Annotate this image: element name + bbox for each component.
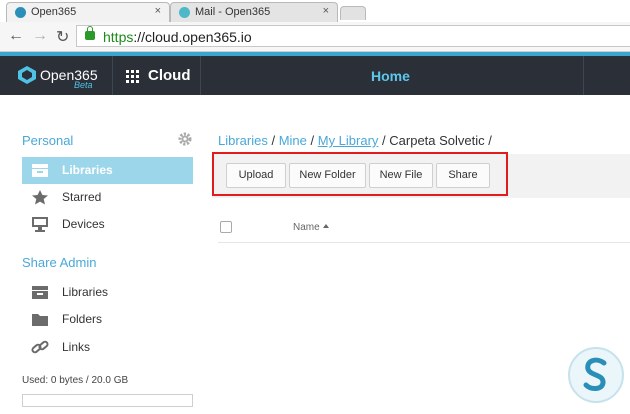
header-divider (112, 56, 113, 95)
sidebar-item-folders[interactable]: Folders (22, 306, 193, 333)
page-title[interactable]: Home (371, 68, 410, 84)
reload-icon[interactable]: ↻ (56, 27, 69, 47)
watermark-logo-icon (568, 347, 624, 403)
sidebar-item-label: Starred (62, 190, 102, 204)
forward-arrow-icon[interactable]: → (32, 27, 48, 45)
mail-favicon-icon (179, 7, 190, 18)
star-icon (32, 190, 48, 205)
link-icon (31, 340, 49, 354)
sidebar-item-devices[interactable]: Devices (22, 211, 193, 238)
storage-usage-bar (22, 394, 193, 407)
storage-usage-text: Used: 0 bytes / 20.0 GB (22, 375, 129, 386)
beta-badge: Beta (74, 80, 93, 90)
tab-close-icon[interactable]: × (155, 5, 161, 17)
breadcrumb: Libraries / Mine / My Library / Carpeta … (218, 133, 492, 148)
tab-title: Open365 (31, 6, 77, 18)
sidebar-item-links[interactable]: Links (22, 334, 193, 361)
breadcrumb-mine[interactable]: Mine (279, 133, 307, 148)
file-table-header: Name (218, 215, 630, 243)
url-text: https://cloud.open365.io (103, 29, 252, 45)
highlight-box (212, 152, 508, 196)
app-header: Open365 Beta Cloud Home (0, 52, 630, 95)
breadcrumb-my-library[interactable]: My Library (318, 133, 379, 148)
open365-favicon-icon (15, 7, 26, 18)
sidebar-item-label: Libraries (62, 163, 113, 177)
sidebar-item-libraries[interactable]: Libraries (22, 157, 193, 184)
gear-icon[interactable] (178, 132, 192, 146)
breadcrumb-separator: / (306, 133, 318, 148)
select-all-checkbox[interactable] (220, 221, 232, 233)
sidebar-item-label: Devices (62, 217, 105, 231)
header-divider (583, 56, 584, 95)
back-arrow-icon[interactable]: ← (8, 27, 24, 45)
sidebar-item-label: Libraries (62, 285, 109, 299)
header-divider (200, 56, 201, 95)
sort-ascending-icon[interactable] (323, 224, 329, 228)
sidebar-item-label: Folders (62, 312, 103, 326)
breadcrumb-separator: / (378, 133, 390, 148)
apps-grid-icon[interactable] (126, 70, 139, 83)
breadcrumb-libraries[interactable]: Libraries (218, 133, 268, 148)
sidebar-item-admin-libraries[interactable]: Libraries (22, 279, 193, 306)
libraries-icon (32, 164, 48, 177)
browser-tab-open365[interactable]: Open365 × (6, 2, 170, 22)
breadcrumb-current: Carpeta Solvetic (389, 133, 485, 148)
tab-close-icon[interactable]: × (323, 5, 329, 17)
monitor-icon (32, 217, 48, 232)
section-title-share-admin: Share Admin (22, 255, 97, 270)
tab-title: Mail - Open365 (195, 6, 271, 18)
libraries-icon (32, 286, 48, 299)
browser-tab-strip: Open365 × Mail - Open365 × (0, 0, 630, 22)
browser-toolbar: ← → ↻ https://cloud.open365.io (0, 22, 630, 52)
lock-icon (85, 26, 95, 40)
section-title-personal: Personal (22, 133, 74, 148)
new-tab-button[interactable] (340, 6, 366, 20)
folder-icon (32, 314, 48, 326)
address-bar[interactable]: https://cloud.open365.io (76, 25, 630, 47)
sidebar-item-starred[interactable]: Starred (22, 184, 193, 211)
name-column-header[interactable]: Name (293, 222, 320, 233)
open365-logo-icon[interactable] (16, 65, 38, 85)
breadcrumb-trail: / (484, 133, 492, 148)
sidebar-item-label: Links (62, 340, 91, 354)
browser-tab-mail[interactable]: Mail - Open365 × (170, 2, 338, 22)
app-switcher-label[interactable]: Cloud (148, 67, 191, 84)
breadcrumb-separator: / (267, 133, 279, 148)
